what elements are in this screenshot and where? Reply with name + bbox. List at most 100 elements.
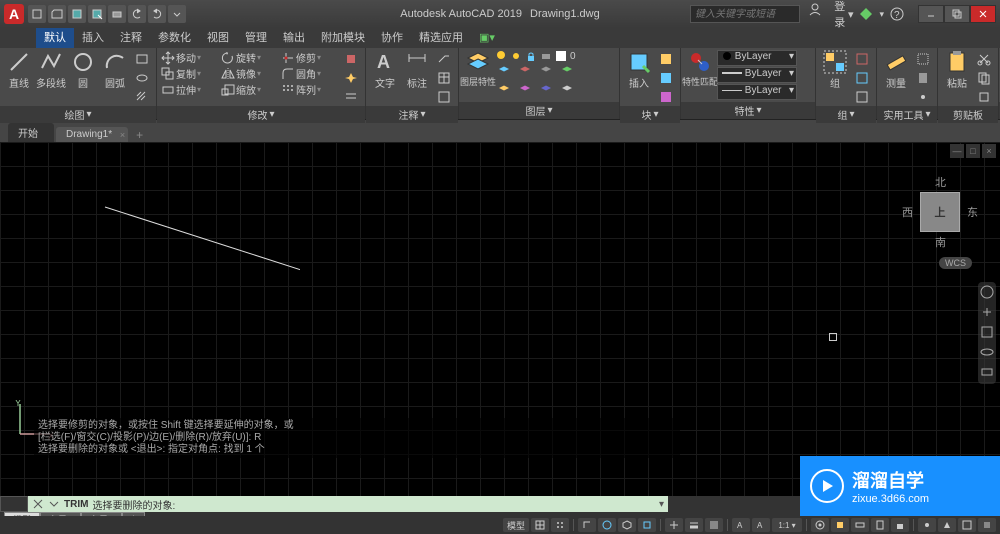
polyline-button[interactable]: 多段线 [36, 50, 66, 90]
hatch-icon[interactable] [132, 88, 152, 106]
drawing-canvas[interactable]: — □ × 北 南 东 西 上 WCS Y X 选择要修剪的对象，或按住 Shi… [0, 142, 1000, 496]
arc-button[interactable]: 圆弧 [100, 50, 130, 90]
tab-drawing1[interactable]: Drawing1*× [56, 127, 128, 142]
copy-base-icon[interactable] [974, 88, 994, 106]
group-edit-icon[interactable] [852, 69, 872, 87]
layer-lock-icon[interactable] [537, 63, 557, 81]
tab-view[interactable]: 视图 [199, 28, 237, 48]
line-button[interactable]: 直线 [4, 50, 34, 90]
layer-uniso-icon[interactable] [516, 82, 536, 100]
qat-saveas-icon[interactable] [88, 5, 106, 23]
move-button[interactable]: 移动▾ [161, 50, 219, 65]
tab-default[interactable]: 默认 [36, 28, 74, 48]
polar-toggle-icon[interactable] [598, 518, 616, 532]
layer-status-icons[interactable]: 0 [495, 50, 615, 62]
ortho-toggle-icon[interactable] [578, 518, 596, 532]
expand-history-icon[interactable] [48, 498, 60, 510]
layer-iso-icon[interactable] [495, 82, 515, 100]
login-button[interactable]: 登录 ▾ [808, 0, 854, 30]
model-space-button[interactable]: 模型 [503, 518, 529, 532]
clean-screen-icon[interactable] [958, 518, 976, 532]
cut-icon[interactable] [974, 50, 994, 68]
lightbulb-icon[interactable] [495, 50, 507, 62]
insert-block-button[interactable]: 插入 [624, 50, 654, 90]
close-tab-icon[interactable]: × [120, 130, 125, 140]
units-icon[interactable] [851, 518, 869, 532]
chevron-down-icon[interactable]: ▾ [547, 105, 552, 116]
group-button[interactable]: 组 [820, 50, 850, 90]
showmotion-icon[interactable] [979, 364, 995, 382]
viewcube-north[interactable]: 北 [935, 174, 946, 190]
fillet-button[interactable]: 圆角▾ [281, 66, 339, 81]
quick-props-icon[interactable] [871, 518, 889, 532]
tab-collaborate[interactable]: 协作 [373, 28, 411, 48]
annotation-visibility-icon[interactable]: A [752, 518, 770, 532]
line-1[interactable] [105, 207, 300, 292]
grid-toggle-icon[interactable] [531, 518, 549, 532]
qat-save-icon[interactable] [68, 5, 86, 23]
rectangle-icon[interactable] [132, 50, 152, 68]
tab-manage[interactable]: 管理 [237, 28, 275, 48]
offset-icon[interactable] [341, 88, 361, 106]
app-logo[interactable]: A [4, 4, 24, 24]
close-button[interactable] [970, 5, 996, 23]
orbit-icon[interactable] [979, 344, 995, 362]
chevron-down-icon[interactable]: ▾ [653, 109, 658, 120]
snap-toggle-icon[interactable] [551, 518, 569, 532]
paste-button[interactable]: 粘贴 [942, 50, 972, 90]
tab-addins[interactable]: 附加模块 [313, 28, 373, 48]
edit-block-icon[interactable] [656, 69, 676, 87]
workspace-icon[interactable] [811, 518, 829, 532]
layer-prev-icon[interactable] [537, 82, 557, 100]
annotation-scale-icon[interactable]: A [732, 518, 750, 532]
viewcube-east[interactable]: 东 [967, 204, 978, 220]
layer-color-icon[interactable] [555, 50, 567, 62]
isolate-icon[interactable] [918, 518, 936, 532]
copy-clip-icon[interactable] [974, 69, 994, 87]
hardware-accel-icon[interactable] [938, 518, 956, 532]
cmdline-handle[interactable] [0, 496, 28, 512]
block-attr-icon[interactable] [656, 88, 676, 106]
dimension-button[interactable]: 标注 [402, 50, 432, 90]
point-icon[interactable] [913, 88, 933, 106]
array-button[interactable]: 阵列▾ [281, 82, 339, 97]
help-icon[interactable]: ? [890, 7, 904, 21]
ungroup-icon[interactable] [852, 50, 872, 68]
tab-output[interactable]: 输出 [275, 28, 313, 48]
tab-annotate[interactable]: 注释 [112, 28, 150, 48]
layer-state-icon[interactable] [558, 82, 578, 100]
selected-line[interactable] [190, 172, 300, 292]
calculator-icon[interactable] [913, 69, 933, 87]
layer-off-icon[interactable] [516, 63, 536, 81]
viewcube-south[interactable]: 南 [935, 234, 946, 250]
chevron-down-icon[interactable]: ▾ [756, 105, 761, 116]
close-history-icon[interactable] [32, 498, 44, 510]
customize-icon[interactable] [978, 518, 996, 532]
explode-icon[interactable] [341, 69, 361, 87]
annoscale-dropdown-icon[interactable]: 1:1 ▾ [772, 518, 802, 532]
mirror-button[interactable]: 镜像▾ [221, 66, 279, 81]
lineweight-toggle-icon[interactable] [685, 518, 703, 532]
tab-parametric[interactable]: 参数化 [150, 28, 199, 48]
layer-match-icon[interactable] [558, 63, 578, 81]
viewcube-top[interactable]: 上 [920, 192, 960, 232]
chevron-down-icon[interactable]: ▾ [269, 109, 274, 120]
minimize-button[interactable] [918, 5, 944, 23]
layer-properties-button[interactable]: 图层特性 [463, 50, 493, 88]
chevron-down-icon[interactable]: ▾ [420, 109, 425, 120]
sun-icon[interactable] [510, 50, 522, 62]
mtext-icon[interactable] [434, 88, 454, 106]
match-properties-button[interactable]: 特性匹配 [685, 50, 715, 88]
scale-button[interactable]: 缩放▾ [221, 82, 279, 97]
canvas-minimize-icon[interactable]: — [950, 144, 964, 158]
linetype-select[interactable]: ByLayer▾ [717, 84, 797, 100]
zoom-extents-icon[interactable] [979, 324, 995, 342]
qat-redo-icon[interactable] [148, 5, 166, 23]
tab-featured[interactable]: 精选应用 [411, 28, 471, 48]
leader-icon[interactable] [434, 50, 454, 68]
maximize-button[interactable] [944, 5, 970, 23]
tab-expand-icon[interactable]: ▣▾ [471, 28, 503, 48]
color-select[interactable]: ByLayer▾ [717, 50, 797, 66]
table-icon[interactable] [434, 69, 454, 87]
create-block-icon[interactable] [656, 50, 676, 68]
